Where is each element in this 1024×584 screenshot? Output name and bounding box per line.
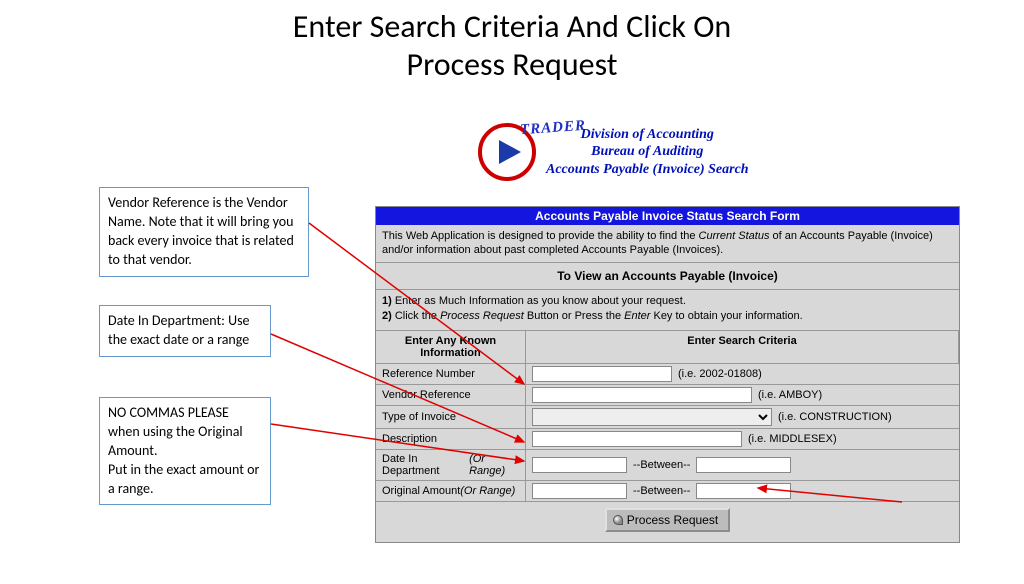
search-form: Accounts Payable Invoice Status Search F… bbox=[375, 206, 960, 543]
form-title: Accounts Payable Invoice Status Search F… bbox=[376, 207, 959, 225]
form-subheading: To View an Accounts Payable (Invoice) bbox=[376, 263, 959, 290]
hint-reference-number: (i.e. 2002-01808) bbox=[678, 368, 762, 380]
callout-vendor-ref: Vendor Reference is the Vendor Name. Not… bbox=[99, 187, 309, 277]
hint-vendor-reference: (i.e. AMBOY) bbox=[758, 389, 822, 401]
input-amount-to[interactable] bbox=[696, 483, 791, 499]
hint-description: (i.e. MIDDLESEX) bbox=[748, 433, 837, 445]
label-between-2: --Between-- bbox=[633, 485, 690, 497]
input-description[interactable] bbox=[532, 431, 742, 447]
input-date-to[interactable] bbox=[696, 457, 791, 473]
callout-date: Date In Department: Use the exact date o… bbox=[99, 305, 271, 357]
label-original-amount: Original Amount (Or Range) bbox=[376, 481, 526, 502]
col-header-criteria: Enter Search Criteria bbox=[526, 331, 959, 364]
form-description: This Web Application is designed to prov… bbox=[376, 225, 959, 263]
label-vendor-reference: Vendor Reference bbox=[376, 385, 526, 406]
label-between: --Between-- bbox=[633, 459, 690, 471]
label-type-invoice: Type of Invoice bbox=[376, 406, 526, 429]
form-instructions: 1) Enter as Much Information as you know… bbox=[376, 290, 959, 332]
label-date-department: Date In Department (Or Range) bbox=[376, 450, 526, 481]
input-reference-number[interactable] bbox=[532, 366, 672, 382]
hint-type-invoice: (i.e. CONSTRUCTION) bbox=[778, 411, 892, 423]
process-request-button[interactable]: Process Request bbox=[605, 508, 730, 532]
select-type-invoice[interactable] bbox=[532, 408, 772, 426]
callout-amount: NO COMMAS PLEASE when using the Original… bbox=[99, 397, 271, 505]
input-amount-from[interactable] bbox=[532, 483, 627, 499]
key-icon bbox=[613, 515, 623, 525]
input-date-from[interactable] bbox=[532, 457, 627, 473]
label-description: Description bbox=[376, 429, 526, 450]
input-vendor-reference[interactable] bbox=[532, 387, 752, 403]
col-header-known: Enter Any Known Information bbox=[376, 331, 526, 364]
label-reference-number: Reference Number bbox=[376, 364, 526, 385]
slide-title: Enter Search Criteria And Click On Proce… bbox=[0, 8, 1024, 85]
